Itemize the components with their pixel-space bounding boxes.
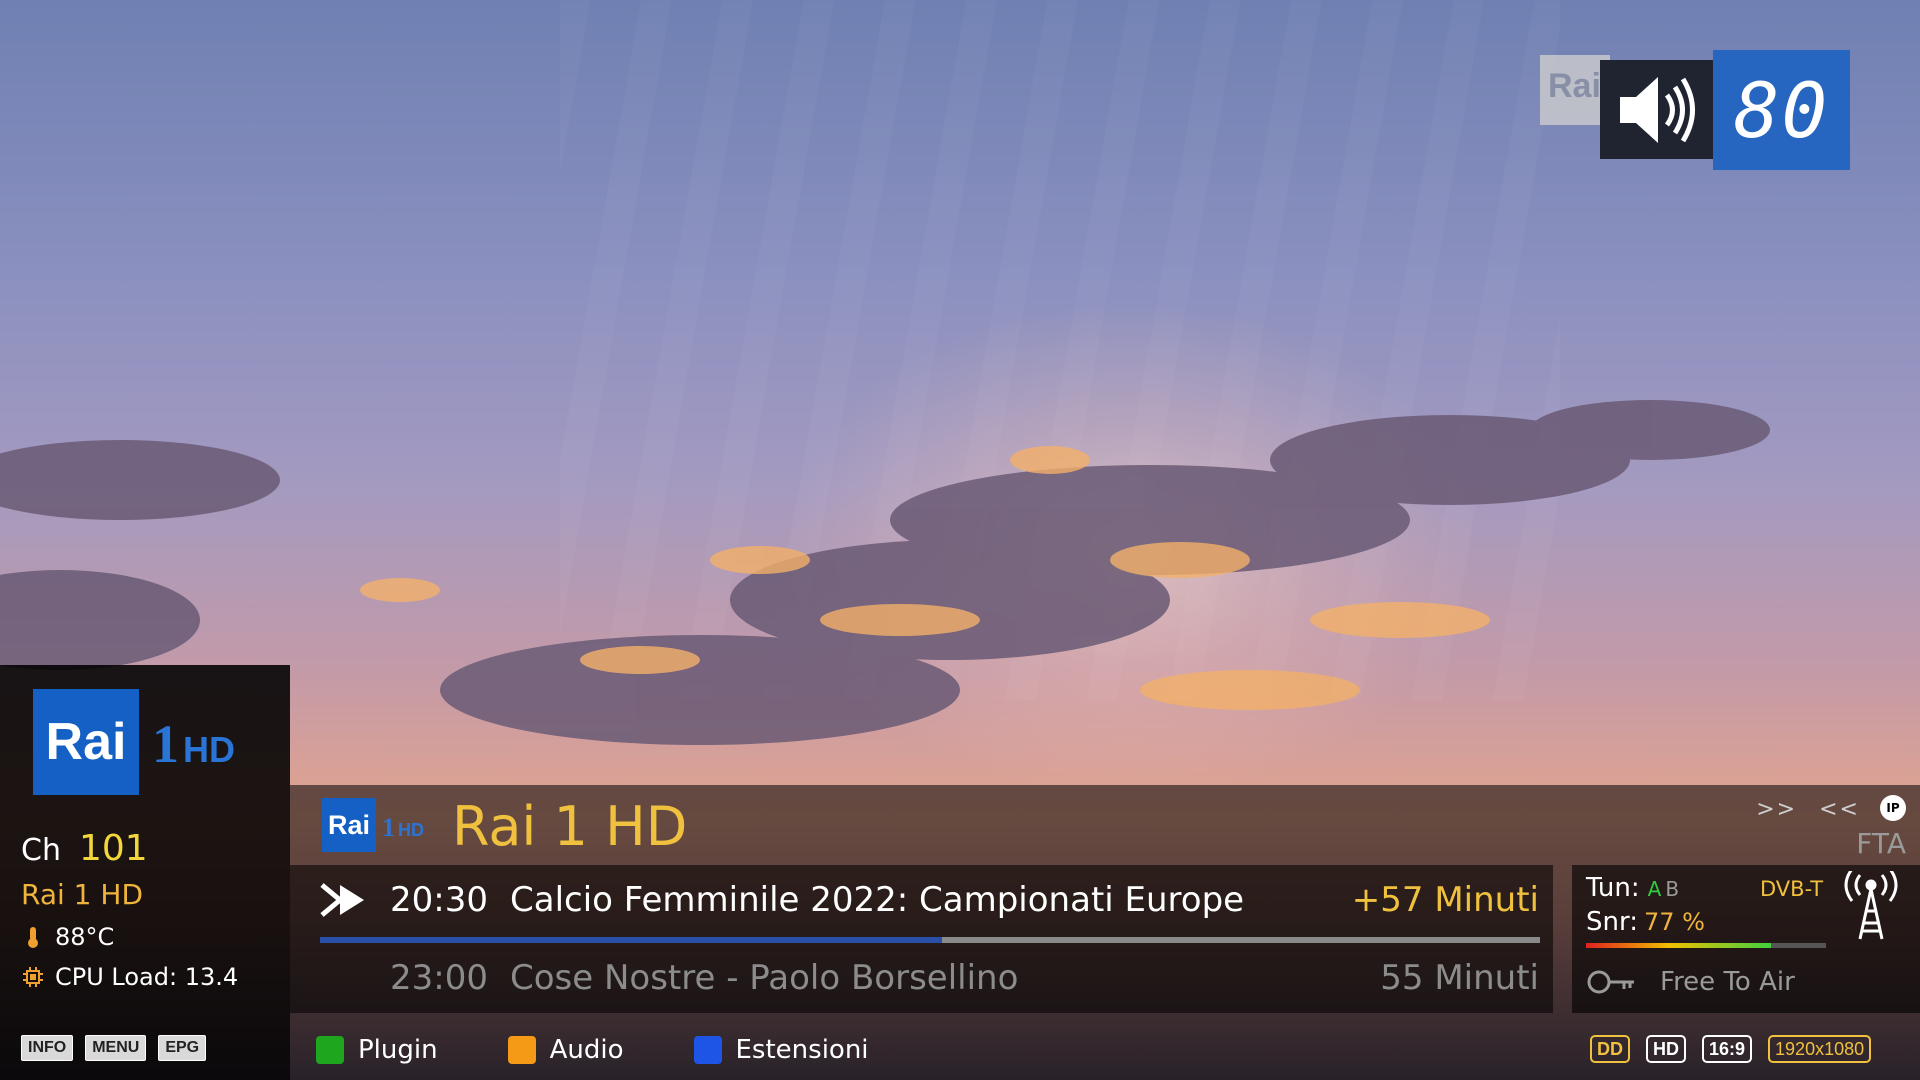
info-key[interactable]: INFO (21, 1035, 74, 1061)
aspect-badge: 16:9 (1702, 1035, 1753, 1063)
infobar-logo-number: 1 (382, 813, 395, 842)
dolby-badge: DD (1590, 1035, 1630, 1063)
tuner-line: Tun: A B (1586, 873, 1679, 903)
color-keys: Plugin Audio Estensioni (316, 1035, 939, 1065)
blue-key-icon (693, 1036, 722, 1064)
infobar: Rai 1 HD Rai 1 HD >> << IP FTA 20:30 Calc… (290, 785, 1920, 1080)
current-event-remaining: +57 Minuti (1351, 880, 1539, 920)
yellow-key-icon (507, 1036, 536, 1064)
temperature-value: 88°C (55, 923, 115, 951)
remote-keys: INFO MENU EPG (21, 1035, 207, 1061)
infobar-channel-logo: Rai (322, 798, 376, 852)
channel-number-line: Ch 101 (21, 828, 148, 869)
next-event-title: Cose Nostre - Paolo Borsellino (510, 958, 1019, 998)
tuner-b: B (1665, 877, 1680, 901)
current-event-time: 20:30 (390, 880, 488, 920)
green-key-icon (316, 1036, 344, 1064)
channel-title: Rai 1 HD (452, 795, 688, 858)
green-key-label: Plugin (358, 1035, 438, 1065)
av-badges: DD HD 16:9 1920x1080 (1590, 1035, 1872, 1063)
channel-logo: Rai (33, 689, 139, 795)
next-event: 23:00 Cose Nostre - Paolo Borsellino 55 … (290, 943, 1553, 1013)
channel-logo-suffix: 1 HD (152, 713, 235, 775)
tuner-system: DVB-T (1760, 877, 1824, 901)
back-indicator: << (1819, 797, 1860, 822)
cpu-icon (21, 965, 45, 989)
play-icon (320, 883, 364, 917)
tuner-label: Tun: (1586, 873, 1640, 903)
next-event-duration: 55 Minuti (1380, 958, 1539, 998)
blue-key-extensions[interactable]: Estensioni (693, 1035, 869, 1065)
speaker-icon (1600, 60, 1713, 159)
snr-bar (1586, 943, 1826, 948)
snr-label: Snr: (1586, 907, 1638, 937)
snr-value: 77 % (1643, 908, 1705, 936)
hd-badge: HD (1646, 1035, 1686, 1063)
channel-name: Rai 1 HD (21, 878, 144, 911)
tuner-panel: Tun: A B DVB-T Snr: 77 % Free To Air (1572, 865, 1920, 1013)
yellow-key-audio[interactable]: Audio (507, 1035, 624, 1065)
antenna-icon (1844, 871, 1898, 940)
temperature-line: 88°C (21, 923, 114, 951)
next-event-time: 23:00 (390, 958, 488, 998)
nav-arrows: >> << (1756, 797, 1860, 822)
menu-key[interactable]: MENU (85, 1035, 147, 1061)
current-event: 20:30 Calcio Femminile 2022: Campionati … (290, 865, 1553, 935)
ca-line: Free To Air (1586, 967, 1795, 997)
green-key-plugin[interactable]: Plugin (316, 1035, 438, 1065)
volume-level: 80 (1713, 50, 1850, 170)
ca-text: Free To Air (1660, 967, 1795, 997)
snr-bar-fill (1586, 943, 1771, 948)
forward-indicator: >> (1756, 797, 1798, 822)
infobar-logo-hd: HD (398, 820, 424, 840)
cpu-load-value: CPU Load: 13.4 (55, 963, 239, 991)
epg-key[interactable]: EPG (158, 1035, 207, 1061)
epg-events: 20:30 Calcio Femminile 2022: Campionati … (290, 865, 1553, 1013)
current-event-title: Calcio Femminile 2022: Campionati Europe (510, 880, 1245, 920)
channel-number: 101 (78, 828, 148, 869)
channel-logo-hd: HD (183, 729, 235, 770)
ch-label: Ch (21, 833, 61, 868)
key-icon (1587, 970, 1634, 994)
snr-line: Snr: 77 % (1586, 907, 1705, 937)
ip-icon: IP (1880, 795, 1906, 821)
tuner-a: A (1647, 877, 1662, 901)
thermometer-icon (21, 925, 45, 949)
channel-logo-number: 1 (152, 714, 179, 774)
left-info-panel: Rai 1 HD Ch 101 Rai 1 HD 88°C CPU Load: … (0, 665, 290, 1080)
cpu-line: CPU Load: 13.4 (21, 963, 238, 991)
resolution-badge: 1920x1080 (1768, 1035, 1872, 1063)
yellow-key-label: Audio (549, 1035, 624, 1065)
infobar-logo-suffix: 1 HD (382, 813, 424, 843)
blue-key-label: Estensioni (735, 1035, 869, 1065)
fta-label: FTA (1856, 827, 1906, 860)
